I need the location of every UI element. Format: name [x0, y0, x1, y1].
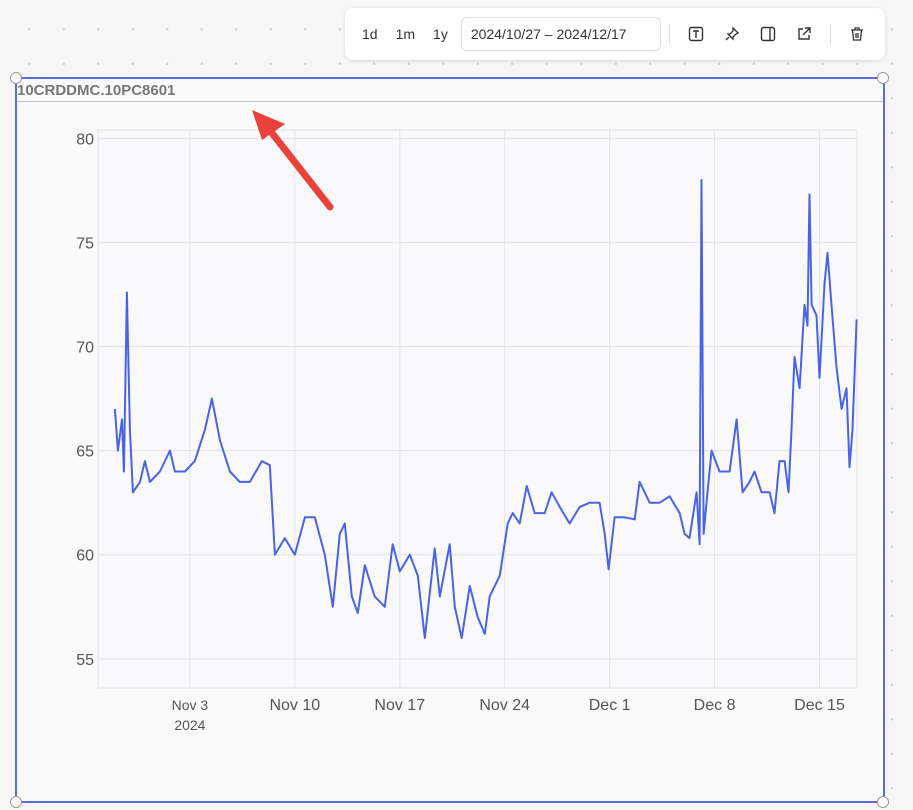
- x-tick-label: Dec 1: [589, 697, 631, 714]
- x-tick-label: Nov 24: [479, 697, 530, 714]
- x-tick-year-label: 2024: [174, 717, 205, 733]
- y-tick-label: 60: [76, 548, 94, 565]
- x-tick-label: Nov 17: [374, 697, 425, 714]
- y-tick-label: 65: [76, 444, 94, 461]
- line-chart: 55 60 65 70 75 80 Nov 3 2024 Nov 10 Nov 17 Nov 24 D…: [76, 129, 858, 733]
- y-tick-label: 75: [76, 235, 94, 252]
- x-tick-label: Nov 3: [172, 697, 209, 713]
- plot-area: [97, 129, 858, 689]
- y-tick-label: 70: [76, 340, 94, 357]
- x-tick-label: Dec 15: [794, 697, 845, 714]
- x-tick-label: Nov 10: [269, 697, 320, 714]
- y-tick-label: 55: [76, 652, 94, 669]
- x-tick-label: Dec 8: [694, 697, 736, 714]
- y-tick-label: 80: [76, 131, 94, 148]
